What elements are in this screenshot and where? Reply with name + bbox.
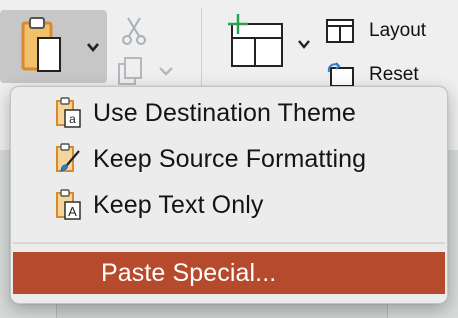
paste-clipboard-icon — [21, 17, 61, 72]
menu-separator — [13, 242, 445, 244]
menu-item-keep-source-formatting[interactable]: Keep Source Formatting — [11, 137, 447, 181]
clipboard-theme-icon: a — [56, 97, 81, 128]
svg-text:A: A — [68, 204, 77, 219]
reset-icon — [327, 62, 354, 87]
menu-item-paste-special[interactable]: Paste Special... — [13, 252, 445, 294]
menu-item-keep-text-only[interactable]: A Keep Text Only — [11, 183, 447, 227]
menu-item-label: Keep Source Formatting — [93, 144, 367, 173]
chevron-down-icon[interactable] — [84, 40, 102, 54]
layout-icon — [326, 19, 354, 43]
clipboard-text-icon: A — [56, 189, 81, 220]
chevron-down-icon[interactable] — [296, 38, 312, 50]
paste-button[interactable] — [0, 10, 107, 83]
clipboard-brush-icon — [56, 143, 80, 172]
layout-label: Layout — [369, 20, 427, 41]
menu-item-label: Use Destination Theme — [93, 98, 356, 127]
ribbon-divider — [201, 8, 202, 92]
layout-button[interactable]: Layout — [325, 14, 426, 48]
new-slide-icon[interactable] — [222, 12, 288, 72]
menu-item-label: Paste Special... — [101, 258, 277, 287]
menu-item-use-destination-theme[interactable]: a Use Destination Theme — [11, 91, 447, 135]
svg-text:a: a — [69, 112, 76, 126]
scissors-icon[interactable] — [118, 14, 152, 48]
reset-label: Reset — [369, 64, 419, 85]
menu-item-label: Keep Text Only — [93, 190, 264, 219]
paste-options-menu: a Use Destination Theme Keep Source Form… — [10, 86, 448, 304]
copy-icon[interactable] — [116, 56, 180, 86]
